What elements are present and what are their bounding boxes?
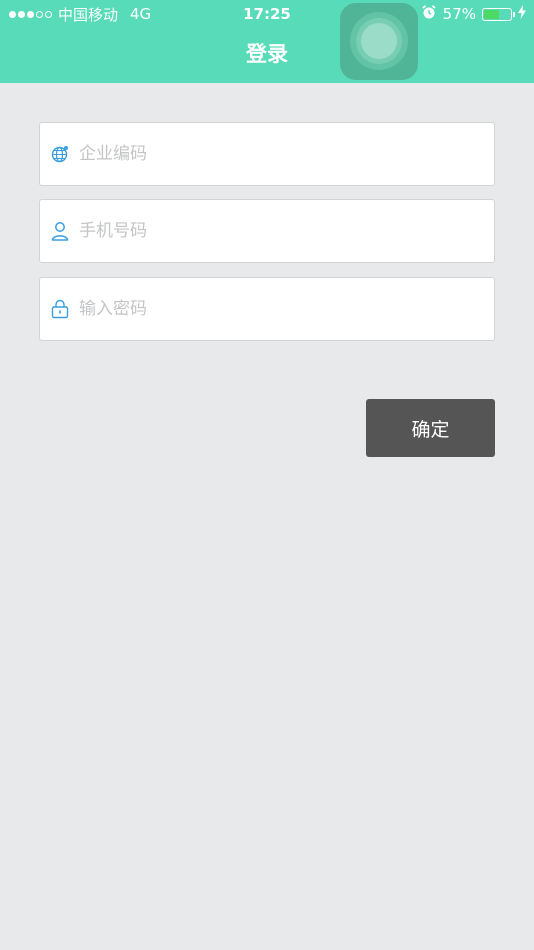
phone-input[interactable] xyxy=(79,211,459,251)
battery-level xyxy=(484,9,499,19)
battery-percent: 57% xyxy=(442,5,476,23)
network-type: 4G xyxy=(130,5,152,23)
page-title: 登录 xyxy=(246,42,288,66)
phone-field[interactable] xyxy=(39,199,495,263)
alarm-icon xyxy=(421,4,437,24)
battery-icon xyxy=(482,7,515,21)
password-field[interactable] xyxy=(39,277,495,341)
confirm-button[interactable]: 确定 xyxy=(366,399,495,457)
assistive-touch-button[interactable] xyxy=(340,3,418,80)
user-icon xyxy=(49,220,71,242)
signal-strength-icon xyxy=(9,10,52,18)
company-code-input[interactable] xyxy=(79,134,459,174)
status-left: 中国移动 4G xyxy=(9,4,151,24)
login-screen: 中国移动 4G 17:25 57% 登录 企业编码 手机号码 确定 xyxy=(0,0,534,950)
charging-bolt-icon xyxy=(518,5,526,23)
company-code-field[interactable] xyxy=(39,122,495,186)
lock-icon xyxy=(49,298,71,320)
header-bar: 中国移动 4G 17:25 57% 登录 xyxy=(0,0,534,83)
globe-icon xyxy=(49,143,71,165)
status-bar: 中国移动 4G 17:25 57% xyxy=(0,0,534,28)
password-input[interactable] xyxy=(79,289,459,329)
carrier-name: 中国移动 xyxy=(58,5,119,24)
